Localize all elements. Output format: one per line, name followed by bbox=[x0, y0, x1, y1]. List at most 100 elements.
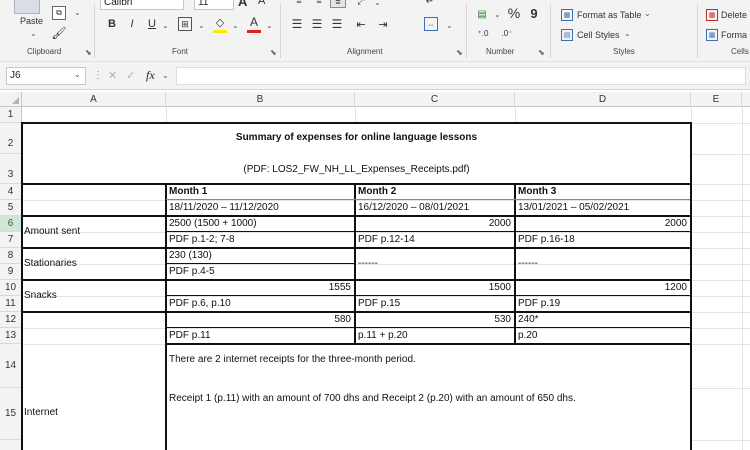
row-header-8[interactable]: 8 bbox=[0, 248, 22, 264]
decrease-indent-icon[interactable]: ⇤ bbox=[354, 17, 368, 31]
row-header-2[interactable]: 2 bbox=[0, 123, 22, 154]
row-header-4[interactable]: 4 bbox=[0, 184, 22, 200]
copy-dropdown-chevron-icon[interactable]: ⌄ bbox=[74, 8, 81, 17]
paste-icon[interactable] bbox=[14, 0, 40, 14]
align-bottom-icon[interactable]: ≡ bbox=[330, 0, 346, 8]
internet-month-3[interactable]: 240* bbox=[518, 314, 539, 325]
accounting-format-icon[interactable]: ▤ bbox=[474, 8, 490, 20]
snacks-label[interactable]: Snacks bbox=[24, 290, 57, 301]
underline-button[interactable]: U bbox=[146, 18, 158, 30]
amount-sent-month-1[interactable]: 2500 (1500 + 1000) bbox=[169, 218, 257, 229]
format-cells-icon[interactable]: ▦ bbox=[706, 29, 718, 41]
internet-ref-1[interactable]: PDF p.11 bbox=[169, 330, 211, 341]
internet-ref-3[interactable]: p.20 bbox=[518, 330, 537, 341]
column-header-c[interactable]: C bbox=[355, 92, 515, 107]
paste-button[interactable]: Paste bbox=[20, 16, 43, 26]
merge-dropdown-chevron-icon[interactable]: ⌄ bbox=[446, 21, 453, 30]
snacks-month-1[interactable]: 1555 bbox=[169, 282, 351, 293]
borders-icon[interactable]: ⊞ bbox=[178, 17, 192, 31]
row-header-5[interactable]: 5 bbox=[0, 200, 22, 216]
cell-styles-chevron-icon[interactable]: ⌄ bbox=[624, 29, 631, 38]
align-right-icon[interactable]: ☰ bbox=[330, 17, 344, 31]
spreadsheet-grid[interactable]: A B C D E 1 2 3 4 5 6 7 8 9 10 11 12 13 … bbox=[0, 90, 750, 450]
row-header-10[interactable]: 10 bbox=[0, 280, 22, 296]
stationaries-ref-1[interactable]: PDF p.4-5 bbox=[169, 266, 215, 277]
month-1-header[interactable]: Month 1 bbox=[169, 186, 207, 197]
align-top-icon[interactable]: ≡ bbox=[292, 0, 306, 6]
formula-input[interactable] bbox=[176, 67, 746, 85]
clipboard-launcher-icon[interactable]: ⬊ bbox=[85, 48, 92, 57]
amount-sent-month-2[interactable]: 2000 bbox=[358, 218, 511, 229]
merge-center-icon[interactable]: ⇔ bbox=[424, 17, 438, 31]
delete-cells-button[interactable]: Delete bbox=[721, 10, 747, 20]
align-middle-icon[interactable]: ≡ bbox=[312, 0, 326, 6]
month-2-header[interactable]: Month 2 bbox=[358, 186, 396, 197]
sheet-title[interactable]: Summary of expenses for online language … bbox=[23, 132, 690, 143]
align-center-icon[interactable]: ☰ bbox=[310, 17, 324, 31]
format-as-table-icon[interactable]: ▦ bbox=[561, 9, 573, 21]
underline-dropdown-chevron-icon[interactable]: ⌄ bbox=[162, 21, 169, 30]
insert-function-button[interactable]: fx bbox=[146, 68, 155, 83]
column-header-e[interactable]: E bbox=[691, 92, 742, 107]
decrease-font-size-button[interactable]: A bbox=[258, 0, 265, 7]
row-header-16[interactable] bbox=[0, 440, 22, 450]
number-launcher-icon[interactable]: ⬊ bbox=[538, 48, 545, 57]
row-header-15[interactable]: 15 bbox=[0, 388, 22, 440]
cell-styles-button[interactable]: Cell Styles bbox=[577, 30, 620, 40]
internet-note-2[interactable]: Receipt 1 (p.11) with an amount of 700 d… bbox=[169, 393, 576, 404]
percent-style-button[interactable]: % bbox=[506, 5, 522, 21]
name-box-chevron-icon[interactable]: ⌄ bbox=[74, 70, 81, 79]
row-header-13[interactable]: 13 bbox=[0, 328, 22, 344]
stationaries-label[interactable]: Stationaries bbox=[24, 258, 77, 269]
sheet-subtitle[interactable]: (PDF: LOS2_FW_NH_LL_Expenses_Receipts.pd… bbox=[23, 164, 690, 175]
font-size-dropdown[interactable]: 11 bbox=[194, 0, 234, 10]
format-painter-icon[interactable]: 🖌 bbox=[51, 26, 66, 40]
stationaries-month-3[interactable]: ------ bbox=[518, 258, 538, 269]
borders-dropdown-chevron-icon[interactable]: ⌄ bbox=[198, 21, 205, 30]
month-1-range[interactable]: 18/11/2020 – 11/12/2020 bbox=[169, 202, 279, 213]
amount-sent-label[interactable]: Amount sent bbox=[24, 226, 80, 237]
row-header-9[interactable]: 9 bbox=[0, 264, 22, 280]
snacks-ref-3[interactable]: PDF p.19 bbox=[518, 298, 560, 309]
decrease-decimal-icon[interactable]: .0⁻ bbox=[498, 27, 516, 39]
enter-icon[interactable]: ✓ bbox=[126, 69, 135, 82]
font-color-icon[interactable]: A bbox=[248, 15, 260, 29]
snacks-ref-1[interactable]: PDF p.6, p.10 bbox=[169, 298, 231, 309]
wrap-text-icon[interactable]: ↵ bbox=[422, 0, 438, 7]
row-header-14[interactable]: 14 bbox=[0, 344, 22, 388]
row-header-7[interactable]: 7 bbox=[0, 232, 22, 248]
font-name-dropdown[interactable]: Calibri bbox=[100, 0, 184, 10]
cell-styles-icon[interactable]: ▤ bbox=[561, 29, 573, 41]
internet-note-1[interactable]: There are 2 internet receipts for the th… bbox=[169, 354, 416, 365]
delete-cells-icon[interactable]: ▦ bbox=[706, 9, 718, 21]
internet-ref-2[interactable]: p.11 + p.20 bbox=[358, 330, 408, 341]
align-left-icon[interactable]: ☰ bbox=[290, 17, 304, 31]
amount-sent-ref-3[interactable]: PDF p.16-18 bbox=[518, 234, 575, 245]
stationaries-month-1[interactable]: 230 (130) bbox=[169, 250, 212, 261]
column-header-b[interactable]: B bbox=[166, 92, 355, 107]
fill-color-dropdown-chevron-icon[interactable]: ⌄ bbox=[232, 21, 239, 30]
format-as-table-button[interactable]: Format as Table bbox=[577, 10, 641, 20]
internet-label[interactable]: Internet bbox=[24, 407, 58, 418]
select-all-corner[interactable] bbox=[0, 92, 22, 107]
row-header-1[interactable]: 1 bbox=[0, 107, 22, 123]
bold-button[interactable]: B bbox=[106, 18, 118, 30]
column-header-a[interactable]: A bbox=[22, 92, 166, 107]
amount-sent-ref-1[interactable]: PDF p.1-2; 7-8 bbox=[169, 234, 235, 245]
comma-style-button[interactable]: 9 bbox=[528, 5, 540, 21]
paste-dropdown-chevron-icon[interactable]: ⌄ bbox=[30, 29, 37, 38]
row-header-11[interactable]: 11 bbox=[0, 296, 22, 312]
fill-color-icon[interactable]: ◇ bbox=[214, 15, 226, 29]
format-cells-button[interactable]: Forma bbox=[721, 30, 747, 40]
row-header-12[interactable]: 12 bbox=[0, 312, 22, 328]
month-3-header[interactable]: Month 3 bbox=[518, 186, 556, 197]
internet-month-2[interactable]: 530 bbox=[358, 314, 511, 325]
snacks-month-3[interactable]: 1200 bbox=[518, 282, 687, 293]
amount-sent-ref-2[interactable]: PDF p.12-14 bbox=[358, 234, 415, 245]
orientation-dropdown-chevron-icon[interactable]: ⌄ bbox=[374, 0, 381, 7]
copy-icon[interactable]: ⧉ bbox=[52, 6, 66, 20]
format-as-table-chevron-icon[interactable]: ⌄ bbox=[644, 9, 651, 18]
internet-month-1[interactable]: 580 bbox=[169, 314, 351, 325]
italic-button[interactable]: I bbox=[126, 18, 138, 30]
alignment-launcher-icon[interactable]: ⬊ bbox=[456, 48, 463, 57]
